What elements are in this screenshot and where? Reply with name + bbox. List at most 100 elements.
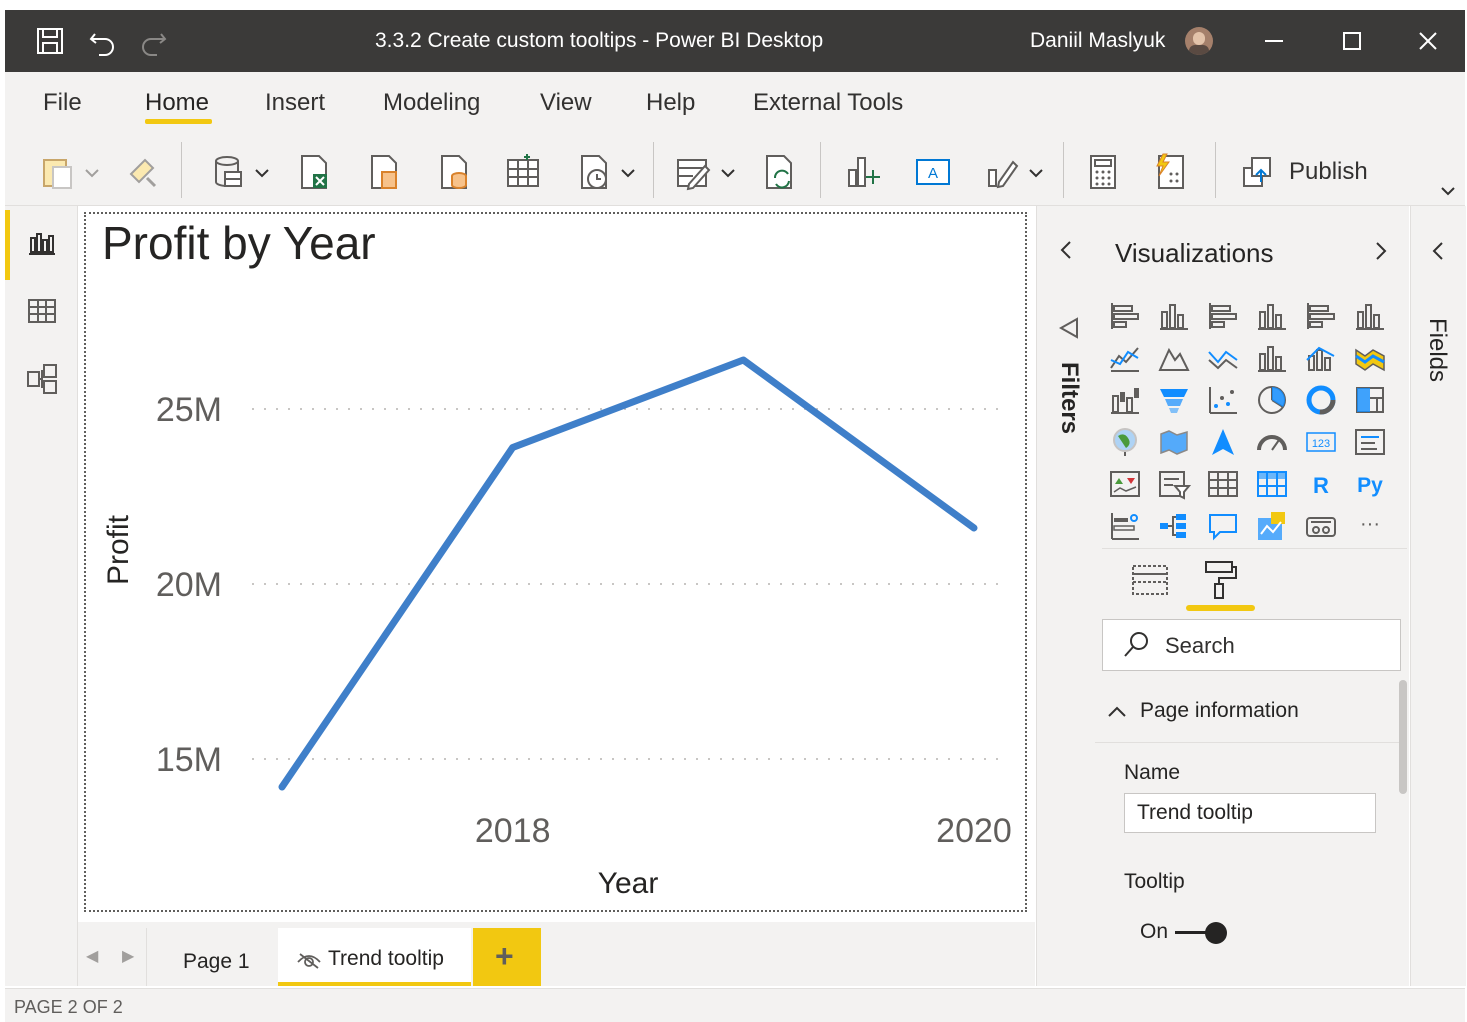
quick-measure-icon[interactable] bbox=[1151, 152, 1191, 192]
scatter-chart-icon[interactable] bbox=[1206, 384, 1240, 416]
divider bbox=[1036, 922, 1037, 986]
paginated-report-icon[interactable] bbox=[1304, 510, 1338, 542]
clustered-bar-chart-icon[interactable] bbox=[1206, 300, 1240, 332]
r-visual-icon[interactable]: R bbox=[1304, 468, 1338, 500]
name-label: Name bbox=[1124, 761, 1181, 784]
report-view-icon[interactable] bbox=[25, 226, 59, 260]
visualizations-title: Visualizations bbox=[1115, 238, 1274, 268]
table-icon[interactable] bbox=[1206, 468, 1240, 500]
sql-server-icon[interactable] bbox=[435, 152, 475, 192]
page-tab-page-1[interactable]: Page 1 bbox=[146, 928, 278, 986]
tab-view[interactable]: View bbox=[540, 89, 592, 117]
scroll-pages-right-icon[interactable]: ▶ bbox=[122, 946, 134, 966]
avatar[interactable] bbox=[1185, 27, 1213, 55]
gauge-icon[interactable] bbox=[1255, 426, 1289, 458]
page-tab-trend-tooltip[interactable]: Trend tooltip bbox=[278, 928, 471, 986]
excel-icon[interactable] bbox=[295, 152, 335, 192]
model-view-icon[interactable] bbox=[25, 362, 59, 396]
maximize-icon[interactable] bbox=[1335, 24, 1369, 58]
datasets-icon[interactable] bbox=[365, 152, 405, 192]
fields-well-icon[interactable] bbox=[1130, 560, 1170, 600]
expand-fields-chevron-icon[interactable] bbox=[1427, 239, 1451, 263]
tab-modeling[interactable]: Modeling bbox=[383, 89, 480, 117]
key-influencers-icon[interactable] bbox=[1108, 510, 1142, 542]
active-view-indicator bbox=[5, 210, 10, 280]
qa-visual-icon[interactable] bbox=[1206, 510, 1240, 542]
enter-data-icon[interactable] bbox=[503, 152, 543, 192]
fields-pane-collapsed[interactable]: Fields bbox=[1410, 206, 1466, 986]
tab-external-tools[interactable]: External Tools bbox=[753, 89, 903, 117]
get-data-icon[interactable] bbox=[209, 152, 249, 192]
refresh-icon[interactable] bbox=[760, 152, 800, 192]
tooltip-toggle-thumb[interactable] bbox=[1205, 922, 1227, 944]
100-stacked-bar-chart-icon[interactable] bbox=[1304, 300, 1338, 332]
text-box-icon[interactable]: A bbox=[913, 152, 953, 192]
decomposition-tree-icon[interactable] bbox=[1157, 510, 1191, 542]
kpi-icon[interactable] bbox=[1108, 468, 1142, 500]
multi-row-card-icon[interactable] bbox=[1353, 426, 1387, 458]
page-information-card-header[interactable]: Page information bbox=[1095, 680, 1400, 743]
format-painter-icon[interactable] bbox=[123, 152, 163, 192]
collapse-visualizations-chevron-icon[interactable] bbox=[1368, 239, 1392, 263]
funnel-chart-icon[interactable] bbox=[1157, 384, 1191, 416]
user-name[interactable]: Daniil Maslyuk bbox=[1030, 29, 1165, 53]
more-visuals-icon[interactable] bbox=[983, 152, 1023, 192]
redo-icon[interactable] bbox=[137, 24, 171, 58]
clustered-column-chart-icon[interactable] bbox=[1255, 300, 1289, 332]
ribbon-separator bbox=[1215, 142, 1216, 198]
line-stacked-column-chart-icon[interactable] bbox=[1304, 342, 1338, 374]
stacked-bar-chart-icon[interactable] bbox=[1108, 300, 1142, 332]
python-visual-icon[interactable]: Py bbox=[1353, 468, 1387, 500]
waterfall-chart-icon[interactable] bbox=[1108, 384, 1142, 416]
new-visual-icon[interactable] bbox=[843, 152, 883, 192]
more-visuals-chevron-icon[interactable] bbox=[1027, 164, 1045, 182]
transform-data-chevron-icon[interactable] bbox=[719, 164, 737, 182]
format-pane-scrollbar[interactable] bbox=[1399, 680, 1407, 794]
paste-dropdown-chevron-icon[interactable] bbox=[83, 164, 101, 182]
tab-file[interactable]: File bbox=[43, 89, 82, 117]
filters-pane-collapsed[interactable]: Filters bbox=[1036, 206, 1096, 986]
100-stacked-column-chart-icon[interactable] bbox=[1353, 300, 1387, 332]
line-chart-icon[interactable] bbox=[1108, 342, 1142, 374]
recent-sources-icon[interactable] bbox=[575, 152, 615, 192]
search-icon bbox=[1124, 632, 1148, 657]
data-view-icon[interactable] bbox=[25, 294, 59, 328]
minimize-icon[interactable] bbox=[1257, 24, 1291, 58]
collapse-ribbon-chevron-icon[interactable] bbox=[1439, 182, 1457, 200]
smart-narrative-icon[interactable] bbox=[1255, 510, 1289, 542]
format-search-input[interactable]: Search bbox=[1102, 619, 1401, 671]
donut-chart-icon[interactable] bbox=[1304, 384, 1338, 416]
matrix-icon[interactable] bbox=[1255, 468, 1289, 500]
paste-icon[interactable] bbox=[38, 152, 78, 192]
transform-data-icon[interactable] bbox=[673, 152, 713, 192]
area-chart-icon[interactable] bbox=[1157, 342, 1191, 374]
treemap-icon[interactable] bbox=[1353, 384, 1387, 416]
azure-map-icon[interactable] bbox=[1206, 426, 1240, 458]
recent-sources-chevron-icon[interactable] bbox=[619, 164, 637, 182]
undo-icon[interactable] bbox=[85, 24, 119, 58]
stacked-area-chart-icon[interactable] bbox=[1206, 342, 1240, 374]
scroll-pages-left-icon[interactable]: ◀ bbox=[86, 946, 98, 966]
stacked-column-chart-icon[interactable] bbox=[1157, 300, 1191, 332]
map-icon[interactable] bbox=[1108, 426, 1142, 458]
close-icon[interactable] bbox=[1411, 24, 1445, 58]
publish-icon[interactable] bbox=[1239, 152, 1279, 192]
format-paint-roller-icon[interactable] bbox=[1200, 558, 1240, 600]
more-visuals-icon[interactable]: ··· bbox=[1353, 510, 1387, 542]
get-data-chevron-icon[interactable] bbox=[253, 164, 271, 182]
slicer-icon[interactable] bbox=[1157, 468, 1191, 500]
tab-help[interactable]: Help bbox=[646, 89, 695, 117]
page-name-input[interactable] bbox=[1124, 793, 1376, 833]
tab-insert[interactable]: Insert bbox=[265, 89, 325, 117]
add-page-button[interactable]: + bbox=[473, 928, 541, 986]
expand-filters-chevron-icon[interactable] bbox=[1055, 238, 1079, 262]
publish-button[interactable]: Publish bbox=[1289, 158, 1368, 186]
pie-chart-icon[interactable] bbox=[1255, 384, 1289, 416]
card-icon[interactable]: 123 bbox=[1304, 426, 1338, 458]
tab-home[interactable]: Home bbox=[145, 89, 209, 117]
save-icon[interactable] bbox=[33, 24, 67, 58]
filled-map-icon[interactable] bbox=[1157, 426, 1191, 458]
ribbon-chart-icon[interactable] bbox=[1353, 342, 1387, 374]
line-clustered-column-chart-icon[interactable] bbox=[1255, 342, 1289, 374]
new-measure-icon[interactable] bbox=[1083, 152, 1123, 192]
